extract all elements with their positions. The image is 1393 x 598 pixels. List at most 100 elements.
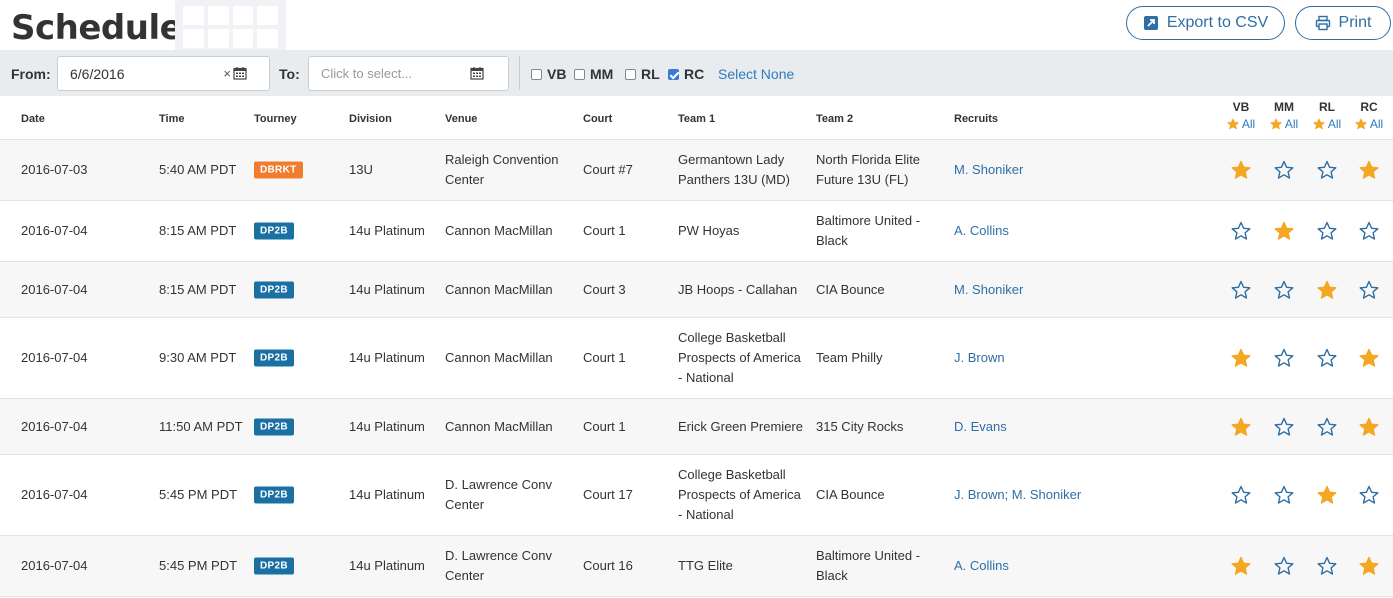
star-toggle[interactable] bbox=[1359, 280, 1379, 300]
recruits-link[interactable]: M. Shoniker bbox=[954, 280, 1023, 300]
star-outline-icon[interactable] bbox=[1274, 348, 1294, 368]
star-toggle[interactable] bbox=[1274, 221, 1294, 241]
column-header-court[interactable]: Court bbox=[583, 113, 612, 125]
star-toggle[interactable] bbox=[1317, 221, 1337, 241]
print-button[interactable]: Print bbox=[1295, 6, 1391, 40]
star-outline-icon[interactable] bbox=[1231, 221, 1251, 241]
star-outline-icon[interactable] bbox=[1274, 417, 1294, 437]
cell-division: 14u Platinum bbox=[349, 223, 425, 238]
star-toggle[interactable] bbox=[1359, 221, 1379, 241]
star-toggle[interactable] bbox=[1274, 280, 1294, 300]
star-toggle[interactable] bbox=[1317, 417, 1337, 437]
column-header-venue[interactable]: Venue bbox=[445, 113, 575, 125]
column-header-recruits[interactable]: Recruits bbox=[954, 113, 998, 125]
star-toggle[interactable] bbox=[1231, 280, 1251, 300]
star-toggle[interactable] bbox=[1231, 556, 1251, 576]
star-outline-icon[interactable] bbox=[1231, 485, 1251, 505]
recruits-link[interactable]: J. Brown bbox=[954, 348, 1005, 368]
column-header-division[interactable]: Division bbox=[349, 113, 392, 125]
star-toggle[interactable] bbox=[1231, 160, 1251, 180]
star-outline-icon[interactable] bbox=[1231, 280, 1251, 300]
column-header-date[interactable]: Date bbox=[21, 113, 45, 125]
star-filled-icon[interactable] bbox=[1231, 417, 1251, 437]
checkbox-rl[interactable]: RL bbox=[625, 66, 660, 82]
star-toggle[interactable] bbox=[1317, 160, 1337, 180]
star-toggle[interactable] bbox=[1274, 417, 1294, 437]
recruits-link[interactable]: M. Shoniker bbox=[954, 160, 1023, 180]
select-all-link[interactable]: All bbox=[1344, 117, 1393, 131]
calendar-icon[interactable] bbox=[470, 66, 484, 80]
star-toggle[interactable] bbox=[1231, 221, 1251, 241]
star-outline-icon[interactable] bbox=[1317, 160, 1337, 180]
recruits-link[interactable]: A. Collins bbox=[954, 556, 1009, 576]
column-header-tourney[interactable]: Tourney bbox=[254, 113, 297, 125]
star-filled-icon[interactable] bbox=[1231, 348, 1251, 368]
checkbox-rc[interactable]: RC bbox=[668, 66, 704, 82]
cell-team2: Team Philly bbox=[816, 350, 883, 365]
star-toggle[interactable] bbox=[1359, 348, 1379, 368]
star-outline-icon[interactable] bbox=[1274, 160, 1294, 180]
checkbox-box[interactable] bbox=[574, 68, 585, 80]
checkbox-vb[interactable]: VB bbox=[531, 66, 566, 82]
clear-date-icon[interactable]: × bbox=[223, 66, 231, 81]
cell-venue: Cannon MacMillan bbox=[445, 281, 553, 297]
star-toggle[interactable] bbox=[1231, 348, 1251, 368]
star-filled-icon[interactable] bbox=[1317, 485, 1337, 505]
cell-date: 2016-07-03 bbox=[21, 162, 88, 177]
star-filled-icon[interactable] bbox=[1313, 118, 1325, 130]
star-outline-icon[interactable] bbox=[1359, 221, 1379, 241]
column-header-time[interactable]: Time bbox=[159, 113, 184, 125]
star-filled-icon[interactable] bbox=[1231, 556, 1251, 576]
column-header-team2[interactable]: Team 2 bbox=[816, 113, 946, 125]
from-date-input[interactable]: 6/6/2016 × bbox=[57, 56, 270, 91]
star-filled-icon[interactable] bbox=[1274, 221, 1294, 241]
star-filled-icon[interactable] bbox=[1270, 118, 1282, 130]
to-date-input[interactable]: Click to select... bbox=[308, 56, 509, 91]
star-toggle[interactable] bbox=[1274, 160, 1294, 180]
cell-time: 8:15 AM PDT bbox=[159, 223, 237, 238]
recruits-link[interactable]: J. Brown; M. Shoniker bbox=[954, 485, 1081, 505]
star-filled-icon[interactable] bbox=[1359, 160, 1379, 180]
star-outline-icon[interactable] bbox=[1274, 280, 1294, 300]
star-outline-icon[interactable] bbox=[1359, 280, 1379, 300]
star-toggle[interactable] bbox=[1359, 160, 1379, 180]
checkbox-box[interactable] bbox=[625, 68, 636, 80]
calendar-icon[interactable] bbox=[233, 66, 247, 80]
select-none-link[interactable]: Select None bbox=[718, 66, 794, 82]
star-toggle[interactable] bbox=[1317, 485, 1337, 505]
star-outline-icon[interactable] bbox=[1317, 221, 1337, 241]
star-outline-icon[interactable] bbox=[1317, 417, 1337, 437]
recruits-link[interactable]: A. Collins bbox=[954, 221, 1009, 241]
star-filled-icon[interactable] bbox=[1359, 348, 1379, 368]
checkbox-box[interactable] bbox=[531, 68, 542, 80]
star-toggle[interactable] bbox=[1274, 348, 1294, 368]
star-toggle[interactable] bbox=[1274, 485, 1294, 505]
star-filled-icon[interactable] bbox=[1317, 280, 1337, 300]
recruits-link[interactable]: D. Evans bbox=[954, 417, 1007, 437]
checkbox-box[interactable] bbox=[668, 68, 679, 80]
star-toggle[interactable] bbox=[1231, 417, 1251, 437]
star-toggle[interactable] bbox=[1317, 556, 1337, 576]
star-toggle[interactable] bbox=[1317, 280, 1337, 300]
star-outline-icon[interactable] bbox=[1274, 556, 1294, 576]
cell-team1: College Basketball Prospects of America … bbox=[678, 467, 801, 522]
star-outline-icon[interactable] bbox=[1359, 485, 1379, 505]
checkbox-mm[interactable]: MM bbox=[574, 66, 613, 82]
star-toggle[interactable] bbox=[1359, 485, 1379, 505]
star-toggle[interactable] bbox=[1359, 556, 1379, 576]
star-toggle[interactable] bbox=[1274, 556, 1294, 576]
star-filled-icon[interactable] bbox=[1359, 417, 1379, 437]
star-filled-icon[interactable] bbox=[1231, 160, 1251, 180]
star-toggle[interactable] bbox=[1231, 485, 1251, 505]
tourney-badge: DP2B bbox=[254, 222, 294, 240]
star-outline-icon[interactable] bbox=[1317, 348, 1337, 368]
star-toggle[interactable] bbox=[1359, 417, 1379, 437]
star-toggle[interactable] bbox=[1317, 348, 1337, 368]
star-outline-icon[interactable] bbox=[1317, 556, 1337, 576]
star-filled-icon[interactable] bbox=[1359, 556, 1379, 576]
star-outline-icon[interactable] bbox=[1274, 485, 1294, 505]
star-filled-icon[interactable] bbox=[1355, 118, 1367, 130]
export-csv-button[interactable]: Export to CSV bbox=[1126, 6, 1285, 40]
column-header-team1[interactable]: Team 1 bbox=[678, 113, 808, 125]
star-filled-icon[interactable] bbox=[1227, 118, 1239, 130]
